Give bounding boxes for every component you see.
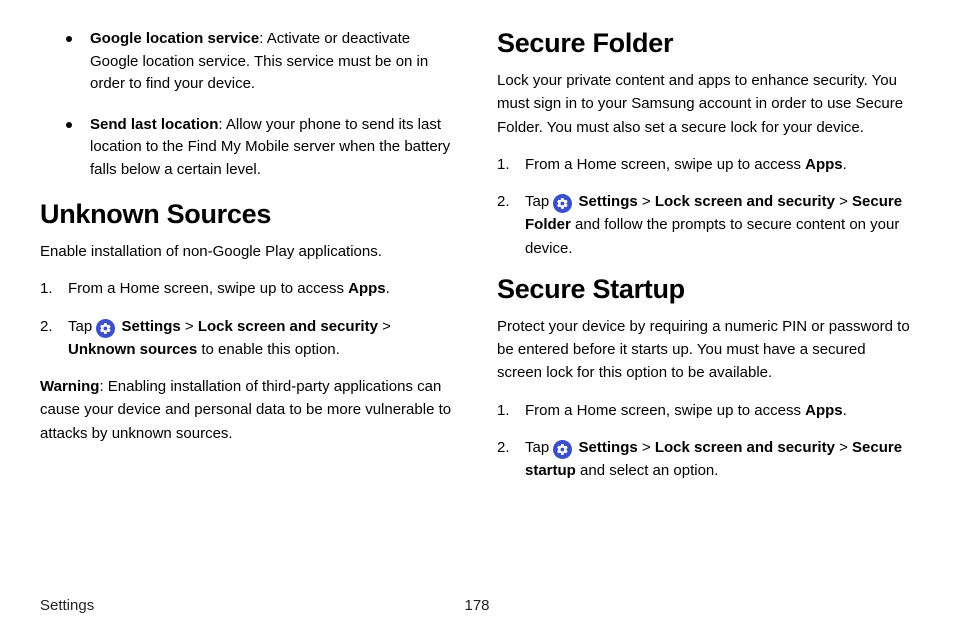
heading-unknown-sources: Unknown Sources bbox=[40, 199, 457, 230]
page-footer: Settings 178 bbox=[40, 597, 914, 614]
bullet-icon bbox=[66, 36, 72, 42]
settings-icon bbox=[553, 194, 572, 213]
step-text: Tap Settings > Lock screen and security … bbox=[68, 315, 457, 362]
warning-text: Warning: Enabling installation of third-… bbox=[40, 375, 457, 445]
step-item: 1. From a Home screen, swipe up to acces… bbox=[497, 399, 914, 422]
footer-section: Settings bbox=[40, 597, 94, 614]
settings-icon bbox=[553, 440, 572, 459]
step-item: 1. From a Home screen, swipe up to acces… bbox=[40, 277, 457, 300]
bullet-icon bbox=[66, 122, 72, 128]
bullet-bold: Send last location bbox=[90, 116, 218, 133]
heading-secure-startup: Secure Startup bbox=[497, 274, 914, 305]
step-number: 1. bbox=[40, 277, 68, 300]
step-item: 2. Tap Settings > Lock screen and securi… bbox=[497, 436, 914, 483]
step-text: From a Home screen, swipe up to access A… bbox=[525, 399, 847, 422]
bullet-bold: Google location service bbox=[90, 30, 259, 47]
step-text: Tap Settings > Lock screen and security … bbox=[525, 190, 914, 260]
step-number: 1. bbox=[497, 153, 525, 176]
heading-secure-folder: Secure Folder bbox=[497, 28, 914, 59]
step-text: From a Home screen, swipe up to access A… bbox=[525, 153, 847, 176]
bullet-text: Send last location: Allow your phone to … bbox=[90, 114, 457, 182]
step-number: 2. bbox=[497, 436, 525, 483]
step-number: 1. bbox=[497, 399, 525, 422]
step-text: Tap Settings > Lock screen and security … bbox=[525, 436, 914, 483]
secure-folder-intro: Lock your private content and apps to en… bbox=[497, 69, 914, 139]
step-item: 2. Tap Settings > Lock screen and securi… bbox=[40, 315, 457, 362]
left-column: Google location service: Activate or dea… bbox=[40, 28, 457, 496]
step-text: From a Home screen, swipe up to access A… bbox=[68, 277, 390, 300]
page-number: 178 bbox=[464, 597, 489, 614]
step-item: 1. From a Home screen, swipe up to acces… bbox=[497, 153, 914, 176]
step-item: 2. Tap Settings > Lock screen and securi… bbox=[497, 190, 914, 260]
step-number: 2. bbox=[497, 190, 525, 260]
bullet-item: Send last location: Allow your phone to … bbox=[40, 114, 457, 182]
right-column: Secure Folder Lock your private content … bbox=[497, 28, 914, 496]
bullet-item: Google location service: Activate or dea… bbox=[40, 28, 457, 96]
unknown-sources-intro: Enable installation of non-Google Play a… bbox=[40, 240, 457, 263]
bullet-text: Google location service: Activate or dea… bbox=[90, 28, 457, 96]
settings-icon bbox=[96, 319, 115, 338]
page-body: Google location service: Activate or dea… bbox=[0, 0, 954, 496]
step-number: 2. bbox=[40, 315, 68, 362]
secure-startup-intro: Protect your device by requiring a numer… bbox=[497, 315, 914, 385]
